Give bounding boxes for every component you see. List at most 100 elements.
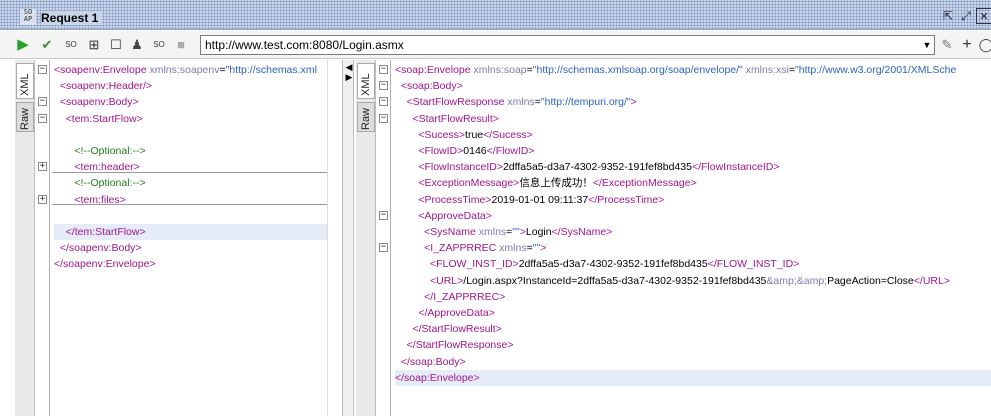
xml-token: <I_ZAPPRREC [395, 242, 500, 255]
request-xml-line: <soapenv:Body> [54, 94, 327, 110]
check-icon[interactable]: ✔ [38, 36, 56, 54]
xml-token: > [630, 96, 637, 109]
response-xml-line: <ProcessTime>2019-01-01 09:11:37</Proces… [395, 192, 991, 208]
response-xml-line: <StartFlowResponse xmlns="http://tempuri… [395, 94, 991, 110]
collapse-node-icon[interactable]: − [379, 113, 388, 123]
help-icon[interactable]: ◯ [977, 36, 991, 54]
maximize-icon[interactable]: ⤢ [958, 8, 974, 24]
xml-token: xmlns [478, 226, 507, 238]
request-xml-editor[interactable]: <soapenv:Envelope xmlns:soapenv="http://… [52, 60, 327, 416]
window-title: Request 1 [41, 11, 103, 25]
response-xml-line: <ApproveData> [395, 208, 991, 224]
tab-request-xml[interactable]: XML [16, 63, 34, 99]
xml-token: </ProcessTime> [588, 193, 665, 206]
xml-token: 2019-01-01 09:11:37 [491, 193, 589, 206]
response-xml-line: <ExceptionMessage>信息上传成功！</ExceptionMess… [395, 175, 991, 191]
xml-token: <!--Optional:--> [54, 177, 146, 190]
response-xml-line: <FLOW_INST_ID>2dffa5a5-d3a7-4302-9352-19… [395, 256, 991, 272]
response-xml-line: <URL>/Login.aspx?InstanceId=2dffa5a5-d3a… [395, 273, 991, 289]
response-view-tabs: XML Raw [356, 60, 376, 416]
section-divider [52, 204, 327, 205]
xml-token: <soapenv:Body> [54, 96, 139, 109]
xml-token: xmlns:xsi [745, 64, 789, 76]
xml-token: </I_ZAPPRREC> [395, 290, 506, 303]
user-auth-icon[interactable]: ♟ [128, 36, 146, 54]
xml-token: </FlowID> [486, 145, 535, 157]
request-xml-line: </tem:StartFlow> [54, 224, 327, 240]
detach-icon[interactable]: ⇱ [940, 8, 956, 24]
request-xml-line: <tem:files> [54, 192, 327, 208]
xml-token: </FlowInstanceID> [691, 161, 780, 174]
xml-token: 0146 [463, 145, 487, 157]
collapse-node-icon[interactable]: − [379, 210, 388, 220]
submit-request-icon[interactable]: ▶ [14, 36, 32, 54]
response-xml-line: <soap:Envelope xmlns:soap="http://schema… [395, 62, 991, 78]
xml-token: </ExceptionMessage> [592, 177, 697, 190]
pane-splitter[interactable]: ◀ ▶ [342, 60, 354, 416]
collapse-node-icon[interactable]: − [379, 81, 388, 91]
xml-token: </soap:Envelope> [395, 371, 480, 384]
collapse-right-icon[interactable]: ▶ [344, 72, 354, 83]
collapse-node-icon[interactable]: − [38, 65, 47, 74]
disabled-stop-icon: ■ [177, 37, 185, 52]
xml-token: </soapenv:Envelope> [54, 258, 156, 271]
soap-icon: SO AP [20, 9, 36, 25]
xml-token: <FLOW_INST_ID> [395, 258, 519, 271]
response-fold-gutter: − − − − − − [377, 60, 391, 416]
xml-token: <StartFlowResponse [395, 96, 508, 109]
collapse-node-icon[interactable]: − [379, 97, 388, 107]
response-xml-editor[interactable]: <soap:Envelope xmlns:soap="http://schema… [393, 60, 991, 416]
xml-token: > [540, 242, 547, 255]
collapse-node-icon[interactable]: − [38, 97, 47, 107]
response-xml-line: <SysName xmlns="">Login</SysName> [395, 224, 991, 240]
wsdl-icon[interactable]: SO [150, 36, 168, 54]
xml-token: </ApproveData> [395, 307, 495, 319]
response-xml-line: </ApproveData> [395, 305, 991, 321]
xml-token: <soapenv:Envelope [54, 64, 150, 76]
request-xml-line: </soapenv:Body> [54, 240, 327, 256]
request-xml-line: <!--Optional:--> [54, 175, 327, 191]
xml-token: <URL> [395, 274, 464, 287]
chevron-down-icon[interactable]: ▼ [920, 36, 934, 54]
xml-token: 2dffa5a5-d3a7-4302-9352-191fef8bd435 [502, 161, 692, 174]
xml-token: </FLOW_INST_ID> [707, 258, 800, 271]
format-icon[interactable]: ⊞ [85, 36, 103, 54]
collapse-node-icon[interactable]: − [38, 113, 47, 123]
xml-token: <tem:StartFlow> [54, 112, 143, 125]
response-xml-line: <StartFlowResult> [395, 111, 991, 127]
collapse-node-icon[interactable]: − [379, 65, 388, 74]
xml-token: "http://www.w3.org/2001/XMLSche [795, 64, 957, 76]
stop-icon[interactable]: ☐ [107, 36, 125, 54]
xml-token: "http://tempuri.org/" [540, 96, 631, 109]
xml-token: 2dffa5a5-d3a7-4302-9352-191fef8bd435 [518, 258, 708, 271]
xml-token: <SysName [395, 226, 479, 238]
request-view-tabs: XML Raw [15, 60, 35, 416]
xml-token: <Sucess> [395, 128, 466, 141]
soap-request-icon[interactable]: SO [62, 36, 80, 54]
close-icon[interactable]: ✕ [976, 8, 991, 24]
edit-endpoint-icon[interactable]: ✎ [938, 36, 956, 54]
xml-token: </SysName> [551, 226, 613, 238]
section-divider [52, 172, 327, 173]
collapse-node-icon[interactable]: − [379, 243, 388, 253]
response-xml-line: </soap:Body> [395, 354, 991, 370]
xml-token: <soap:Body> [395, 80, 463, 93]
response-xml-line: <FlowID>0146</FlowID> [395, 143, 991, 159]
title-bar: SO AP Request 1 ⇱ ⤢ ✕ [0, 0, 991, 30]
endpoint-url-field[interactable]: http://www.test.com:8080/Login.asmx ▼ [200, 35, 935, 55]
xml-token: </StartFlowResult> [395, 323, 502, 336]
request-scrollbar[interactable] [327, 60, 341, 416]
xml-token: 信息上传成功！ [519, 177, 593, 190]
xml-token: <FlowID> [395, 145, 464, 157]
tab-response-raw[interactable]: Raw [357, 102, 375, 132]
request-xml-line: </soapenv:Envelope> [54, 256, 327, 272]
expand-node-icon[interactable]: + [38, 194, 47, 204]
xml-token: <!--Optional:--> [54, 145, 146, 157]
tab-response-xml[interactable]: XML [357, 63, 375, 99]
xml-token: xmlns:soap [473, 64, 527, 76]
add-endpoint-icon[interactable]: + [958, 36, 976, 54]
request-xml-line: <!--Optional:--> [54, 143, 327, 159]
tab-request-raw[interactable]: Raw [16, 102, 34, 132]
expand-node-icon[interactable]: + [38, 162, 47, 172]
xml-token: <StartFlowResult> [395, 112, 499, 125]
